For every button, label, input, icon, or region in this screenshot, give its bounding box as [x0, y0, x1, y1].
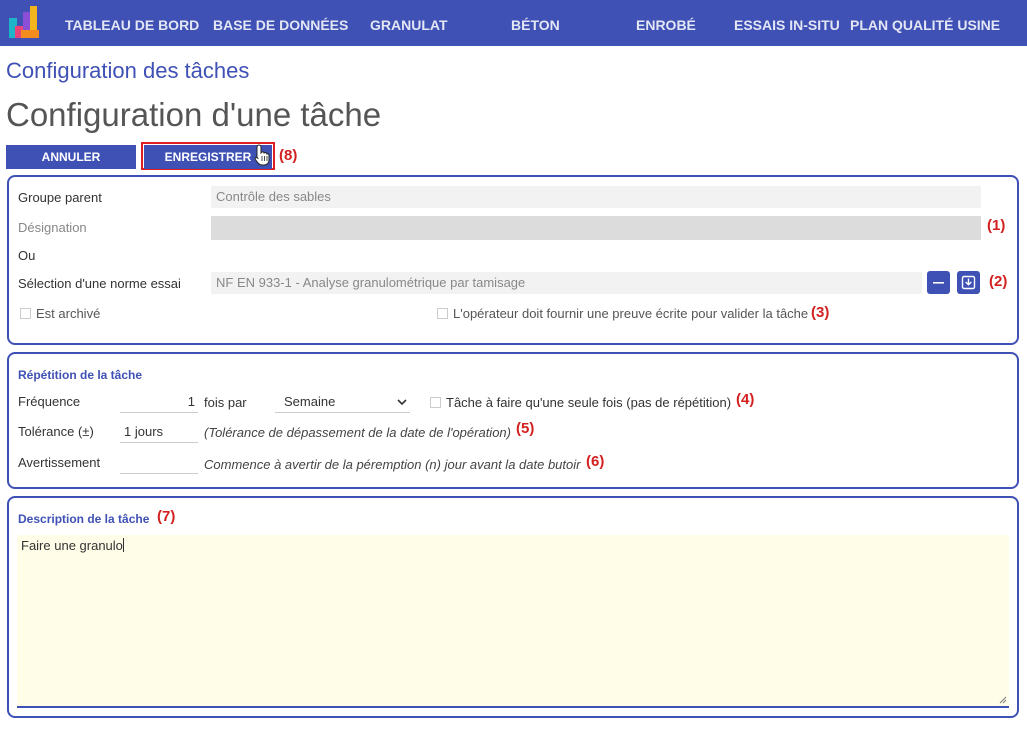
minus-icon	[933, 282, 944, 284]
page-title: Configuration d'une tâche	[6, 96, 382, 133]
description-section-title: Description de la tâche	[18, 512, 150, 526]
warning-hint: Commence à avertir de la péremption (n) …	[204, 457, 581, 472]
per-label: fois par	[204, 395, 247, 410]
designation-label: Désignation	[18, 220, 87, 235]
callout-4: (4)	[736, 391, 755, 408]
nav-base-de-donnees[interactable]: BASE DE DONNÉES	[213, 0, 348, 46]
once-only-label: Tâche à faire qu'une seule fois (pas de …	[446, 395, 732, 410]
import-norm-button[interactable]	[957, 271, 980, 294]
callout-5: (5)	[516, 420, 535, 437]
tolerance-hint: (Tolérance de dépassement de la date de …	[204, 425, 511, 440]
frequency-input[interactable]: 1	[120, 391, 198, 413]
callout-6: (6)	[586, 453, 605, 470]
archived-label: Est archivé	[36, 306, 101, 321]
nav-enrobe[interactable]: ENROBÉ	[636, 0, 696, 46]
resize-handle-icon[interactable]	[999, 696, 1007, 704]
warning-label: Avertissement	[18, 455, 101, 470]
nav-plan-qualite-usine[interactable]: PLAN QUALITÉ USINE	[850, 0, 1000, 46]
chevron-down-icon	[397, 399, 407, 406]
text-caret	[122, 538, 124, 552]
norm-select-field[interactable]: NF EN 933-1 - Analyse granulométrique pa…	[211, 272, 922, 294]
tolerance-input[interactable]: 1 jours	[120, 421, 198, 443]
callout-1: (1)	[987, 217, 1006, 234]
hand-cursor-icon	[254, 144, 270, 166]
clear-norm-button[interactable]	[927, 271, 950, 294]
description-text: Faire une granulo	[21, 538, 123, 553]
or-label: Ou	[18, 248, 36, 263]
top-navbar: TABLEAU DE BORD BASE DE DONNÉES GRANULAT…	[0, 0, 1027, 46]
warning-input[interactable]	[120, 452, 198, 474]
save-button[interactable]: ENREGISTRER	[144, 145, 272, 169]
proof-required-checkbox[interactable]	[437, 308, 448, 319]
callout-7: (7)	[157, 508, 176, 525]
nav-tableau-de-bord[interactable]: TABLEAU DE BORD	[65, 0, 199, 46]
period-select[interactable]: Semaine	[275, 391, 410, 413]
period-select-value: Semaine	[284, 394, 336, 409]
proof-required-label: L'opérateur doit fournir une preuve écri…	[453, 306, 809, 321]
callout-2: (2)	[989, 273, 1008, 290]
repetition-section-title: Répétition de la tâche	[18, 368, 143, 382]
tolerance-label: Tolérance (±)	[18, 424, 94, 439]
parent-group-label: Groupe parent	[18, 190, 102, 205]
nav-granulat[interactable]: GRANULAT	[370, 0, 448, 46]
cancel-button[interactable]: ANNULER	[6, 145, 136, 169]
nav-essais-in-situ[interactable]: ESSAIS IN-SITU	[734, 0, 840, 46]
app-logo-icon[interactable]	[6, 4, 42, 40]
norm-selection-label: Sélection d'une norme essai	[18, 276, 181, 291]
designation-input[interactable]	[211, 216, 981, 240]
archived-checkbox[interactable]	[20, 308, 31, 319]
breadcrumb[interactable]: Configuration des tâches	[6, 58, 249, 84]
frequency-label: Fréquence	[18, 394, 81, 409]
parent-group-field: Contrôle des sables	[211, 186, 981, 208]
description-textarea[interactable]: Faire une granulo	[17, 535, 1009, 708]
nav-beton[interactable]: BÉTON	[511, 0, 560, 46]
callout-3: (3)	[811, 304, 830, 321]
once-only-checkbox[interactable]	[430, 397, 441, 408]
download-box-icon	[961, 275, 976, 290]
callout-8: (8)	[279, 147, 298, 164]
